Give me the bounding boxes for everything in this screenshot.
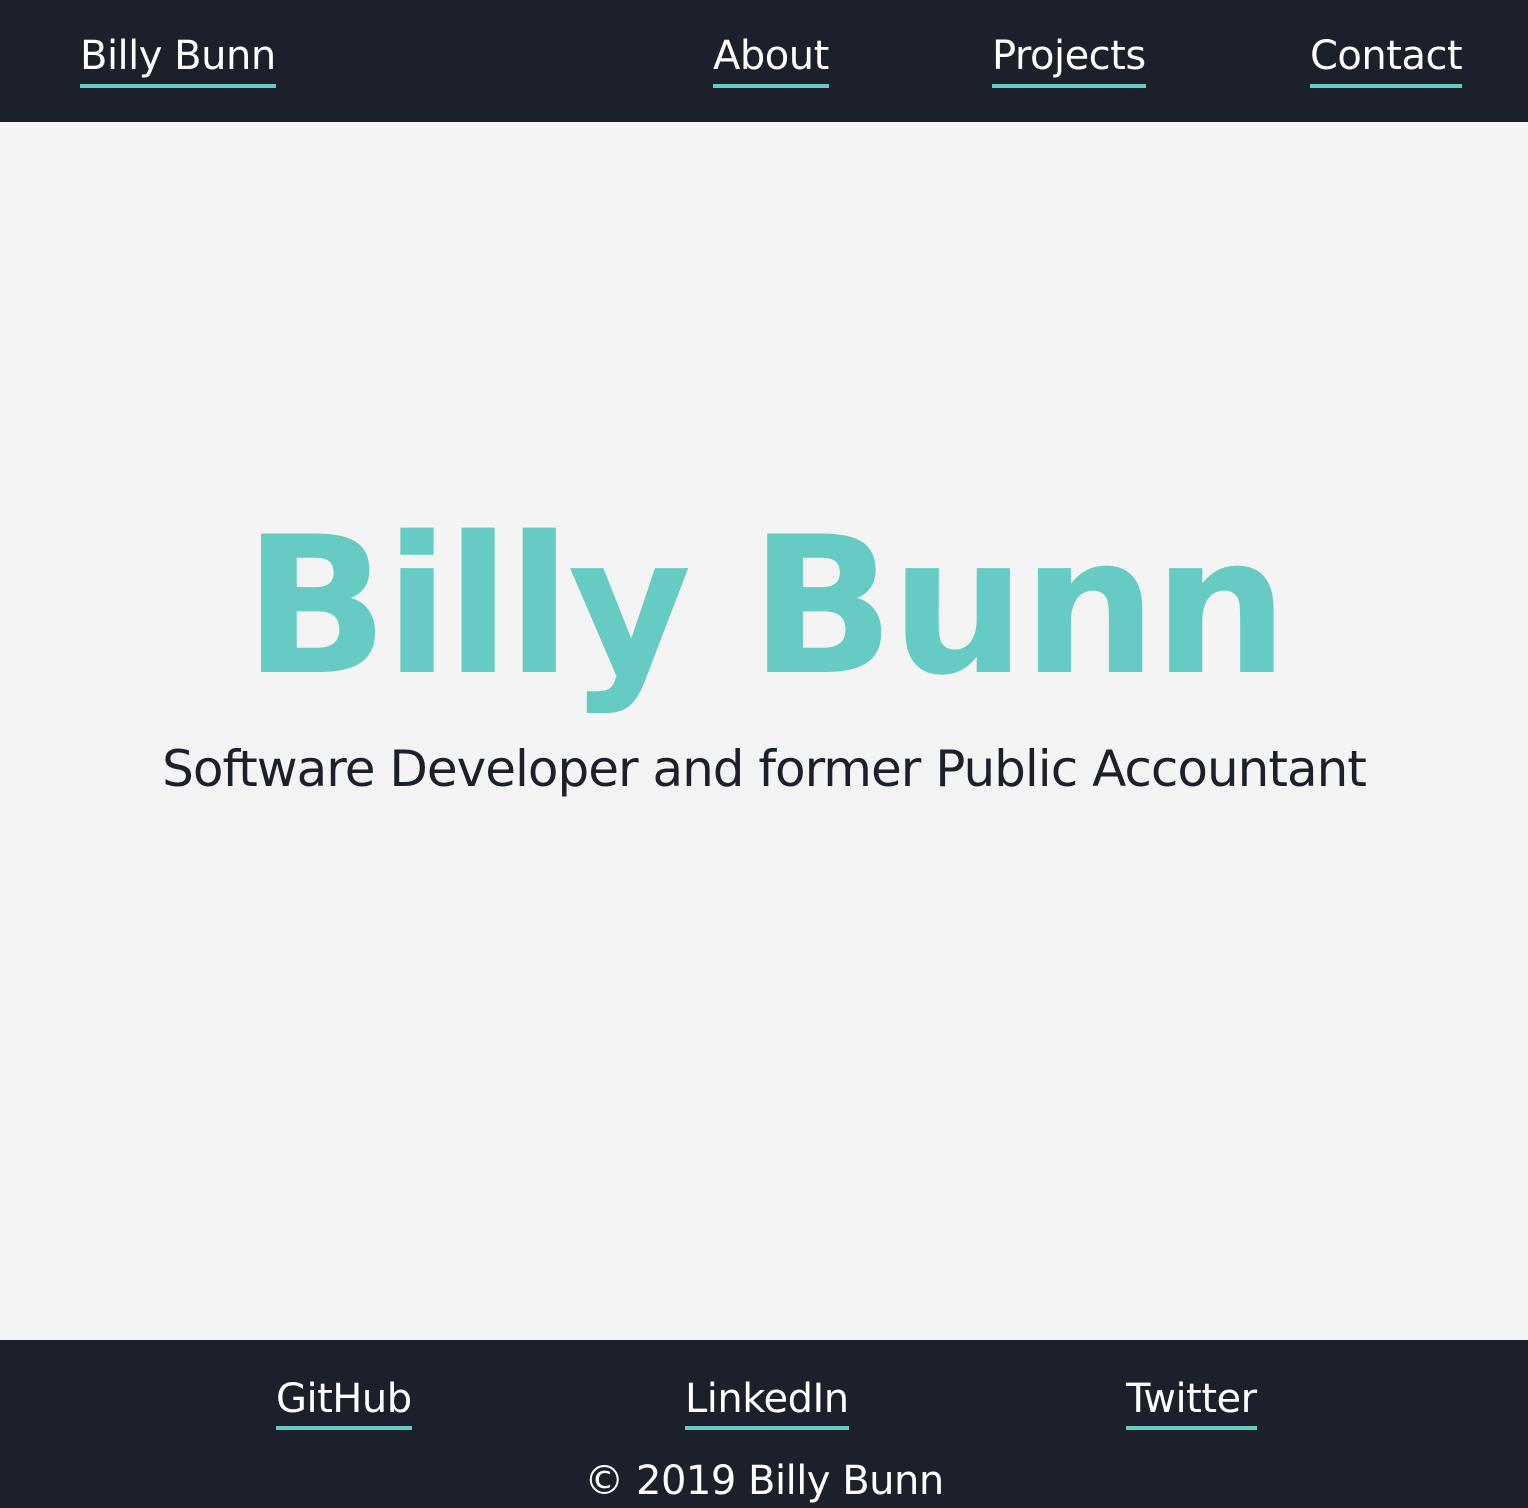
- copyright-text: © 2019 Billy Bunn: [584, 1458, 944, 1504]
- hero-subtitle: Software Developer and former Public Acc…: [162, 740, 1367, 798]
- nav-contact-link[interactable]: Contact: [1310, 28, 1463, 88]
- hero-section: Billy Bunn Software Developer and former…: [0, 122, 1528, 1340]
- site-header: Billy Bunn About Projects Contact: [0, 0, 1528, 122]
- site-footer: GitHub LinkedIn Twitter © 2019 Billy Bun…: [0, 1340, 1528, 1508]
- github-link[interactable]: GitHub: [276, 1372, 412, 1430]
- nav-about-link[interactable]: About: [713, 28, 829, 88]
- linkedin-link[interactable]: LinkedIn: [685, 1372, 849, 1430]
- hero-title: Billy Bunn: [243, 496, 1289, 717]
- brand-link[interactable]: Billy Bunn: [80, 28, 276, 88]
- twitter-link[interactable]: Twitter: [1126, 1372, 1257, 1430]
- nav-projects-link[interactable]: Projects: [992, 28, 1146, 88]
